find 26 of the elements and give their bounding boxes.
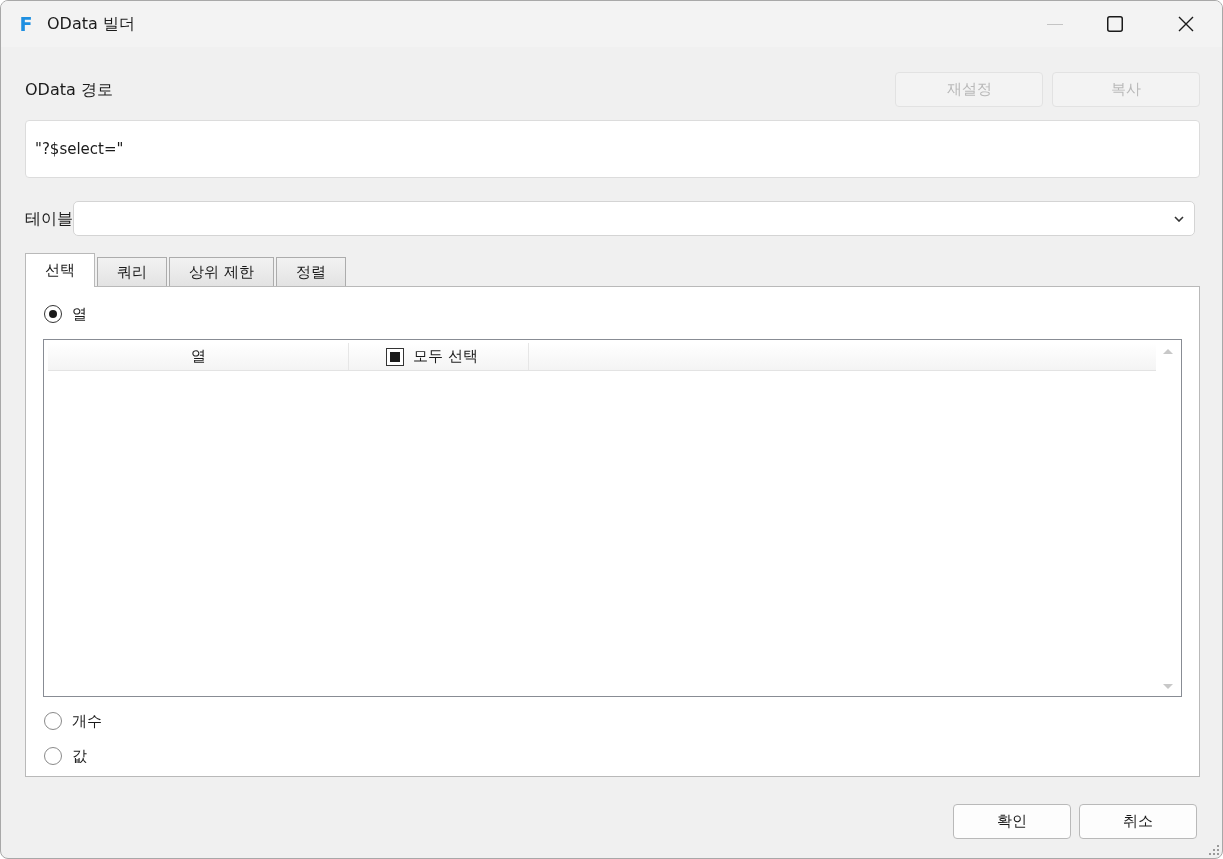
select-all-label: 모두 선택 xyxy=(413,349,478,364)
radio-label: 열 xyxy=(72,306,87,322)
column-header[interactable]: 열 xyxy=(48,343,349,370)
field-label: 테이블 xyxy=(25,207,73,230)
chevron-down-icon xyxy=(1174,215,1184,222)
radio-button[interactable] xyxy=(44,712,62,730)
checkbox[interactable] xyxy=(386,347,404,366)
app-logo: F xyxy=(18,14,34,34)
radio-button[interactable] xyxy=(44,747,62,765)
tab[interactable]: 정렬 xyxy=(275,257,346,286)
tab[interactable]: 쿼리 xyxy=(97,257,167,286)
push-button[interactable]: 취소 xyxy=(1079,804,1197,839)
close-icon[interactable] xyxy=(1178,16,1194,32)
odata-path-field[interactable]: "?$select=" xyxy=(25,120,1200,178)
push-button[interactable]: 확인 xyxy=(953,804,1071,839)
scroll-down-icon[interactable] xyxy=(1163,684,1173,689)
tab[interactable]: 상위 제한 xyxy=(169,257,274,286)
maximize-icon[interactable] xyxy=(1107,16,1123,32)
tab[interactable]: 선택 xyxy=(25,253,95,287)
radio-label: 값 xyxy=(72,748,87,764)
field-label: OData 경로 xyxy=(25,78,113,101)
radio-label: 개수 xyxy=(72,713,102,729)
radio-button[interactable] xyxy=(44,305,62,323)
window-title: OData 빌더 xyxy=(47,13,135,35)
scroll-up-icon[interactable] xyxy=(1163,349,1173,354)
resize-grip-icon[interactable] xyxy=(1208,844,1220,856)
